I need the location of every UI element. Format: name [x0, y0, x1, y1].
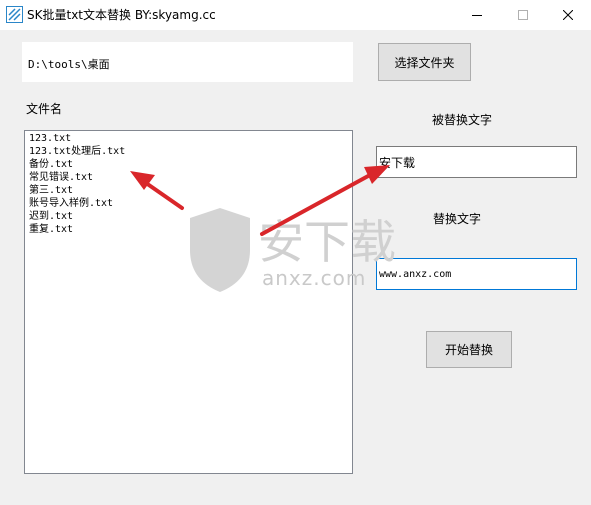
list-item[interactable]: 常见错误.txt: [29, 171, 352, 184]
list-item[interactable]: 备份.txt: [29, 158, 352, 171]
list-item[interactable]: 第三.txt: [29, 184, 352, 197]
list-item[interactable]: 账号导入样例.txt: [29, 197, 352, 210]
file-list[interactable]: 123.txt 123.txt处理后.txt 备份.txt 常见错误.txt 第…: [24, 130, 353, 474]
minimize-icon: [472, 15, 482, 16]
replace-text-label: 替换文字: [433, 212, 482, 226]
start-replace-button[interactable]: 开始替换: [426, 331, 512, 368]
list-item[interactable]: 迟到.txt: [29, 210, 352, 223]
close-icon: [563, 10, 573, 20]
minimize-button[interactable]: [454, 0, 500, 30]
file-list-label: 文件名: [26, 102, 63, 116]
choose-folder-button[interactable]: 选择文件夹: [378, 43, 471, 81]
close-button[interactable]: [545, 0, 591, 30]
title-bar: SK批量txt文本替换 BY:skyamg.cc: [0, 0, 591, 30]
window-title: SK批量txt文本替换 BY:skyamg.cc: [27, 8, 216, 22]
maximize-icon: [518, 10, 528, 20]
folder-path-field: D:\tools\桌面: [22, 42, 353, 82]
watermark-domain: anxz.com: [262, 266, 367, 290]
maximize-button[interactable]: [500, 0, 546, 30]
search-text-label: 被替换文字: [432, 113, 493, 127]
replace-text-input[interactable]: [376, 258, 577, 290]
striped-square-icon: [6, 6, 23, 23]
list-item[interactable]: 123.txt处理后.txt: [29, 145, 352, 158]
list-item[interactable]: 重复.txt: [29, 223, 352, 236]
search-text-input[interactable]: [376, 146, 577, 178]
list-item[interactable]: 123.txt: [29, 132, 352, 145]
